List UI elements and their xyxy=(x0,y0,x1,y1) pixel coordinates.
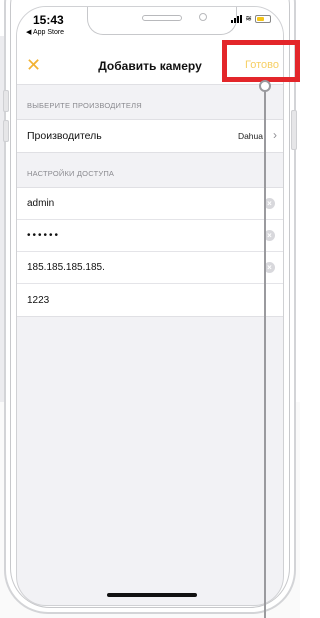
tutorial-screenshot: 15:43 ◀ App Store ≋ ✕ Добавить камеру Го… xyxy=(0,0,300,618)
notch xyxy=(87,7,237,35)
volume-down-button xyxy=(3,120,9,142)
port-value: 1223 xyxy=(27,294,50,306)
address-field[interactable]: 185.185.185.185. × xyxy=(17,252,283,284)
back-to-app-link[interactable]: ◀ App Store xyxy=(26,28,64,36)
password-field[interactable]: •••••• × xyxy=(17,220,283,252)
access-section-header: НАСТРОЙКИ ДОСТУПА xyxy=(27,169,115,178)
phone-screen: 15:43 ◀ App Store ≋ ✕ Добавить камеру Го… xyxy=(16,6,284,606)
manufacturer-section-header: ВЫБЕРИТЕ ПРОИЗВОДИТЕЛЯ xyxy=(27,101,142,110)
front-camera xyxy=(199,13,207,21)
manufacturer-row[interactable]: Производитель Dahua › xyxy=(17,120,283,152)
manufacturer-label: Производитель xyxy=(27,130,102,142)
wifi-icon: ≋ xyxy=(245,14,252,23)
username-field[interactable]: admin × xyxy=(17,188,283,220)
battery-icon xyxy=(255,15,271,23)
access-group: admin × •••••• × 185.185.185.185. × 1223 xyxy=(17,187,283,317)
username-value: admin xyxy=(27,198,55,209)
chevron-right-icon: › xyxy=(273,128,277,142)
speaker-grille xyxy=(142,15,182,21)
status-time: 15:43 xyxy=(33,13,64,27)
annotation-pointer-knob xyxy=(259,80,271,92)
manufacturer-group: Производитель Dahua › xyxy=(17,119,283,153)
password-value: •••••• xyxy=(27,230,61,241)
volume-up-button xyxy=(3,90,9,112)
done-highlight-box xyxy=(222,40,300,82)
annotation-pointer-line xyxy=(264,86,266,618)
manufacturer-value: Dahua xyxy=(237,131,263,141)
address-value: 185.185.185.185. xyxy=(27,262,105,273)
home-indicator[interactable] xyxy=(107,593,197,597)
signal-icon xyxy=(231,15,243,23)
power-button xyxy=(291,110,297,150)
port-field[interactable]: 1223 xyxy=(17,284,283,316)
status-icons: ≋ xyxy=(231,15,271,23)
